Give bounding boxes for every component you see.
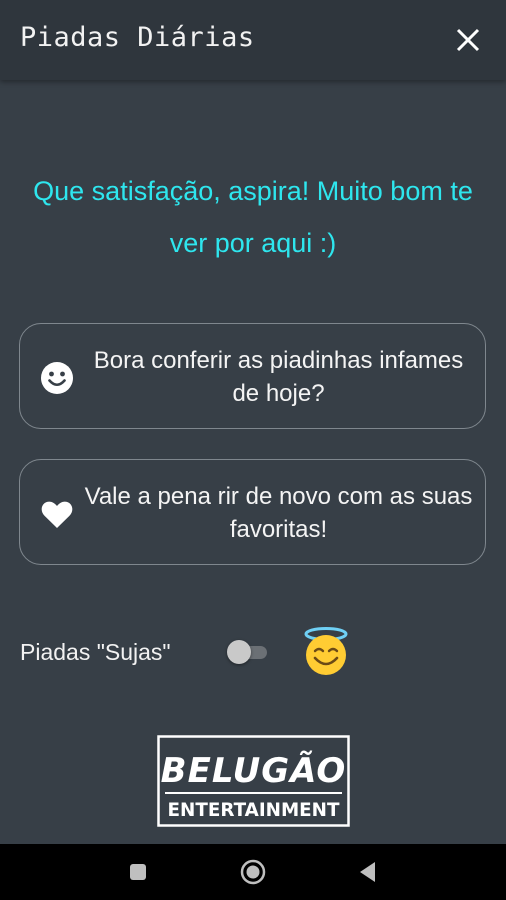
belugao-entertainment-logo: BELUGÃO ENTERTAINMENT (157, 735, 350, 827)
heart-icon (40, 497, 74, 531)
favorites-button[interactable]: Vale a pena rir de novo com as suas favo… (19, 459, 486, 565)
todays-jokes-button[interactable]: Bora conferir as piadinhas infames de ho… (19, 323, 486, 429)
smiling-face-with-halo-icon (300, 626, 352, 678)
smiley-face-icon (40, 361, 74, 395)
app-bar: Piadas Diárias (0, 0, 506, 80)
logo-top-text: BELUGÃO (161, 750, 347, 791)
system-navigation-bar (0, 844, 506, 900)
switch-thumb (227, 640, 251, 664)
dirty-jokes-label: Piadas "Sujas" (20, 639, 171, 665)
home-button[interactable] (237, 856, 269, 888)
logo-bottom-text: ENTERTAINMENT (168, 799, 340, 821)
greeting-message: Que satisfação, aspira! Muito bom te ver… (33, 176, 473, 258)
todays-jokes-label: Bora conferir as piadinhas infames de ho… (93, 347, 464, 407)
dirty-jokes-switch[interactable] (227, 640, 269, 664)
home-circle-icon (240, 859, 266, 885)
close-button[interactable] (448, 20, 488, 60)
back-button[interactable] (352, 856, 384, 888)
close-icon (456, 28, 480, 52)
back-triangle-icon (360, 862, 375, 882)
favorites-label: Vale a pena rir de novo com as suas favo… (84, 483, 473, 543)
recents-square-icon (130, 864, 146, 880)
recents-button[interactable] (122, 856, 154, 888)
app-title: Piadas Diárias (20, 22, 255, 53)
